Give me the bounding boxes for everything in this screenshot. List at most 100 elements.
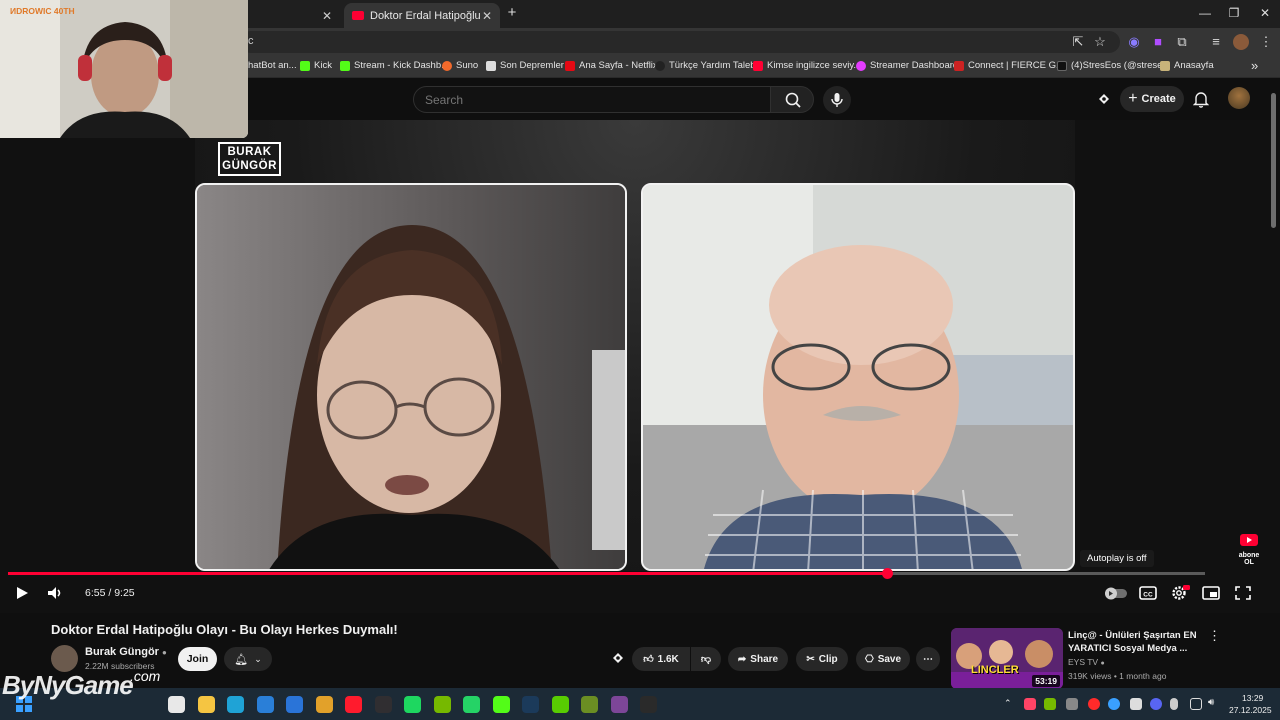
bookmark-item[interactable]: Suno bbox=[442, 60, 478, 71]
bookmark-item[interactable]: Anasayfa bbox=[1160, 60, 1214, 71]
extensions-puzzle-icon[interactable]: ⧉ bbox=[1174, 34, 1190, 50]
captions-button[interactable]: CC bbox=[1137, 583, 1159, 603]
save-button[interactable]: ⎔ Save bbox=[856, 647, 910, 671]
opera-icon[interactable] bbox=[345, 696, 362, 713]
minimize-button[interactable]: — bbox=[1190, 6, 1220, 20]
install-app-icon[interactable]: ⇱ bbox=[1070, 34, 1086, 50]
tray-app-icon[interactable] bbox=[1150, 698, 1162, 710]
channel-avatar[interactable] bbox=[51, 645, 78, 672]
join-button[interactable]: Join bbox=[178, 647, 217, 671]
duolingo-icon[interactable] bbox=[551, 696, 569, 713]
bookmark-item[interactable]: Kick bbox=[300, 60, 332, 71]
profile-avatar-icon[interactable] bbox=[1233, 34, 1249, 50]
recommended-title[interactable]: Linç@ - Ünlüleri Şaşırtan EN YARATICI So… bbox=[1068, 629, 1198, 655]
bookmark-item[interactable]: Streamer Dashboard bbox=[856, 60, 958, 71]
extension-icon[interactable]: ◉ bbox=[1126, 34, 1142, 50]
tray-app-icon[interactable] bbox=[1130, 698, 1142, 710]
tray-app-icon[interactable] bbox=[1108, 698, 1120, 710]
chrome-icon[interactable] bbox=[315, 696, 333, 713]
notification-settings-button[interactable]: 🔔︎ ⌄ bbox=[224, 647, 272, 671]
tray-app-icon[interactable] bbox=[1044, 698, 1056, 710]
cast-icon[interactable] bbox=[1096, 91, 1112, 107]
recommended-menu-icon[interactable]: ⋮ bbox=[1208, 628, 1221, 644]
speaker-icon[interactable]: 🔊︎ bbox=[1208, 697, 1220, 709]
recommended-channel[interactable]: EYS TV ● bbox=[1068, 657, 1105, 667]
autoplay-tooltip: Autoplay is off bbox=[1080, 550, 1154, 567]
search-input[interactable] bbox=[414, 87, 770, 112]
browser-menu-icon[interactable]: ⋮ bbox=[1258, 34, 1274, 50]
bookmark-item[interactable]: hatBot an... bbox=[248, 60, 297, 71]
bookmark-item[interactable]: Connect | FIERCE G... bbox=[954, 60, 1064, 71]
close-tab-icon[interactable]: ✕ bbox=[322, 9, 332, 23]
bookmark-item[interactable]: Son Depremler bbox=[486, 60, 564, 71]
create-button[interactable]: + Create bbox=[1120, 86, 1184, 112]
file-explorer-icon[interactable] bbox=[197, 696, 215, 713]
progress-scrubber[interactable] bbox=[882, 568, 894, 579]
tor-icon[interactable] bbox=[610, 696, 628, 713]
network-icon[interactable] bbox=[1190, 698, 1202, 710]
clip-button[interactable]: ✂ Clip bbox=[796, 647, 848, 671]
like-count: 1.6K bbox=[657, 653, 679, 665]
minecraft-icon[interactable] bbox=[581, 696, 598, 713]
search-button[interactable] bbox=[770, 86, 814, 113]
bookmark-item[interactable]: Kimse ingilizce seviy... bbox=[753, 60, 861, 71]
page-scrollbar[interactable] bbox=[1271, 93, 1276, 228]
restore-button[interactable]: ❐ bbox=[1219, 6, 1249, 20]
obs-icon[interactable] bbox=[374, 696, 392, 713]
settings-button[interactable] bbox=[1169, 583, 1191, 603]
whatsapp-icon[interactable] bbox=[463, 696, 480, 713]
browser-tab-active[interactable]: Doktor Erdal Hatipoğlu Olayı - ✕ bbox=[344, 3, 500, 28]
bookmark-item[interactable]: Stream - Kick Dashb... bbox=[340, 60, 449, 71]
steam-icon[interactable] bbox=[522, 696, 539, 713]
autoplay-toggle[interactable] bbox=[1103, 583, 1129, 603]
bell-icon: 🔔︎ bbox=[234, 653, 249, 666]
address-bar[interactable]: c bbox=[240, 31, 1120, 53]
fullscreen-button[interactable] bbox=[1232, 583, 1254, 603]
bookmark-star-icon[interactable]: ☆ bbox=[1092, 34, 1108, 50]
microphone-tray-icon[interactable] bbox=[1170, 698, 1178, 710]
twitch-extension-icon[interactable]: ■ bbox=[1150, 34, 1166, 50]
tray-overflow-icon[interactable]: ⌃ bbox=[1004, 698, 1016, 710]
progress-bar[interactable] bbox=[8, 568, 1205, 579]
video-panel-woman bbox=[195, 183, 627, 571]
tray-app-icon[interactable] bbox=[1088, 698, 1100, 710]
download-cast-icon[interactable] bbox=[610, 650, 626, 666]
earthquake-icon bbox=[486, 60, 496, 71]
play-button[interactable] bbox=[11, 583, 33, 603]
spotify-icon[interactable] bbox=[404, 696, 421, 713]
taskbar-clock-date[interactable]: 27.12.2025 bbox=[1229, 705, 1272, 715]
tray-app-icon[interactable] bbox=[1066, 698, 1078, 710]
like-button[interactable]: 👍︎ 1.6K bbox=[632, 647, 690, 671]
dislike-button[interactable]: 👎︎ bbox=[691, 647, 721, 671]
video-player[interactable]: BURAK GÜNGÖR abone OL Autoplay is off 6:… bbox=[0, 120, 1280, 613]
tray-app-icon[interactable] bbox=[1024, 698, 1036, 710]
search-icon[interactable] bbox=[168, 696, 185, 713]
volume-button[interactable] bbox=[44, 583, 66, 603]
notifications-bell-icon[interactable] bbox=[1192, 90, 1210, 108]
bookmark-item[interactable]: Ana Sayfa - Netflix bbox=[565, 60, 658, 71]
subscribe-corner-badge[interactable]: abone OL bbox=[1235, 533, 1263, 566]
browser-tab-inactive[interactable]: ✕ bbox=[248, 3, 340, 28]
close-tab-icon[interactable]: ✕ bbox=[482, 9, 492, 23]
share-button[interactable]: ➦ Share bbox=[728, 647, 788, 671]
tab-search-icon[interactable]: ≡ bbox=[1208, 34, 1224, 50]
nvidia-icon[interactable] bbox=[433, 696, 451, 713]
account-avatar[interactable] bbox=[1228, 87, 1250, 109]
voice-search-button[interactable] bbox=[823, 86, 851, 114]
new-tab-button[interactable]: + bbox=[497, 4, 527, 21]
recommended-meta: 319K views • 1 month ago bbox=[1068, 671, 1167, 681]
kick-icon[interactable] bbox=[492, 696, 510, 713]
close-window-button[interactable]: ✕ bbox=[1250, 6, 1280, 20]
bookmarks-overflow-button[interactable]: » bbox=[1251, 58, 1258, 73]
channel-name[interactable]: Burak Güngör ● bbox=[85, 646, 167, 658]
edge-icon[interactable] bbox=[227, 696, 244, 713]
bookmark-item[interactable]: (4)StresEos (@strese... bbox=[1057, 60, 1170, 71]
recommended-thumbnail[interactable]: LINCLER 53:19 bbox=[951, 628, 1063, 689]
taskbar-clock-time[interactable]: 13:29 bbox=[1242, 693, 1263, 703]
outlook-icon[interactable] bbox=[286, 696, 303, 713]
store-icon[interactable] bbox=[256, 696, 274, 713]
epic-icon[interactable] bbox=[640, 696, 657, 713]
bookmark-item[interactable]: Türkçe Yardım Talebi bbox=[655, 60, 758, 71]
more-actions-button[interactable]: ⋯ bbox=[916, 647, 940, 671]
miniplayer-button[interactable] bbox=[1200, 583, 1222, 603]
